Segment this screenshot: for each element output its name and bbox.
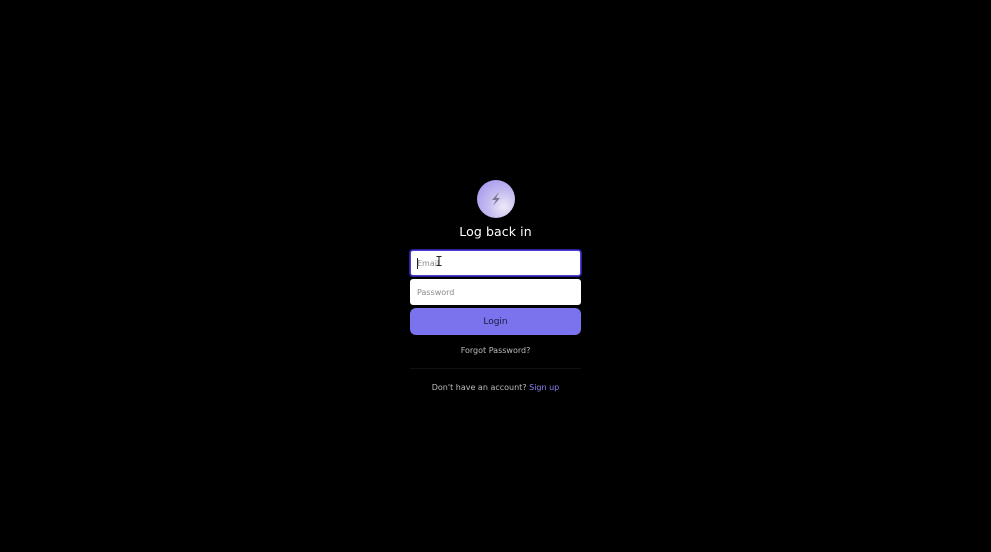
- divider: [410, 368, 581, 369]
- text-caret: [417, 258, 418, 269]
- login-button[interactable]: Login: [410, 308, 581, 335]
- page-title: Log back in: [459, 224, 532, 239]
- password-field[interactable]: [411, 280, 580, 304]
- email-field-container[interactable]: [410, 250, 581, 276]
- login-page: Log back in Login Forgot Password? Don't…: [0, 0, 991, 552]
- signup-row: Don't have an account? Sign up: [432, 382, 560, 394]
- lightning-bolt-icon: [491, 192, 500, 206]
- forgot-password-link[interactable]: Forgot Password?: [461, 345, 531, 357]
- signup-prompt: Don't have an account?: [431, 383, 527, 392]
- signup-link[interactable]: Sign up: [529, 383, 559, 392]
- ibeam-cursor-icon: [436, 256, 442, 266]
- password-field-container[interactable]: [410, 279, 581, 305]
- app-logo: [476, 180, 515, 218]
- login-card: Log back in Login Forgot Password? Don't…: [410, 180, 581, 394]
